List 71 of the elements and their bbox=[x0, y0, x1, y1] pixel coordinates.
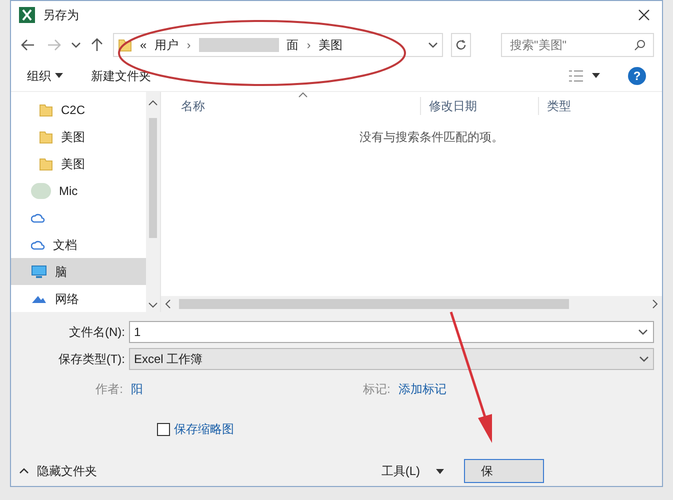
breadcrumb-item[interactable]: 用户 bbox=[154, 36, 179, 54]
refresh-button[interactable] bbox=[451, 33, 471, 58]
search-icon bbox=[634, 39, 646, 52]
filename-label: 文件名(N): bbox=[68, 324, 126, 341]
thumbnail-checkbox[interactable] bbox=[157, 422, 170, 436]
view-options-button[interactable] bbox=[568, 70, 600, 82]
sidebar-label: 脑 bbox=[55, 264, 67, 280]
sidebar-item[interactable]: 脑 bbox=[11, 258, 146, 285]
empty-message: 没有与搜索条件匹配的项。 bbox=[358, 129, 504, 146]
sidebar-item[interactable]: 美图 bbox=[11, 123, 146, 150]
cloud-icon bbox=[31, 212, 45, 224]
folder-icon bbox=[39, 156, 53, 170]
author-label: 作者: bbox=[94, 381, 124, 398]
history-chevron-icon bbox=[71, 42, 81, 48]
dropdown-chevron-icon bbox=[638, 329, 648, 335]
refresh-icon bbox=[455, 39, 467, 52]
author-link[interactable]: 阳 bbox=[131, 380, 363, 398]
breadcrumb-item[interactable]: 面 bbox=[286, 36, 299, 54]
thumbnail-label[interactable]: 保存缩略图 bbox=[174, 420, 234, 438]
help-button[interactable]: ? bbox=[628, 66, 646, 85]
sidebar-item[interactable]: 网络 bbox=[11, 285, 146, 312]
search-field[interactable]: 搜索"美图" bbox=[501, 33, 654, 58]
sidebar-label: 美图 bbox=[61, 156, 85, 172]
dropdown-arrow-icon bbox=[436, 468, 444, 474]
tags-label: 标记: bbox=[363, 381, 392, 398]
breadcrumb-item[interactable]: 美图 bbox=[318, 36, 343, 54]
sidebar-item[interactable]: C2C bbox=[11, 96, 146, 123]
address-bar[interactable]: « 用户 › 面 › 美图 bbox=[113, 33, 443, 58]
back-button[interactable] bbox=[19, 39, 37, 52]
tags-link[interactable]: 添加标记 bbox=[398, 380, 446, 398]
sidebar-label: Mic bbox=[59, 182, 78, 200]
hide-folders-button[interactable]: 隐藏文件夹 bbox=[19, 462, 97, 480]
breadcrumb-separator: › bbox=[306, 37, 311, 54]
vertical-scrollbar[interactable] bbox=[146, 92, 160, 312]
sidebar-item[interactable]: 美图 bbox=[11, 150, 146, 177]
sidebar-label: 网络 bbox=[55, 290, 79, 308]
folder-icon bbox=[39, 102, 53, 116]
filename-field[interactable]: 1 bbox=[129, 321, 654, 343]
cloud-icon bbox=[31, 238, 45, 250]
file-type-dropdown[interactable]: Excel 工作簿 bbox=[129, 348, 654, 370]
scroll-left-icon bbox=[165, 299, 171, 309]
column-header[interactable]: 名称 bbox=[161, 97, 421, 115]
dropdown-chevron-icon bbox=[428, 42, 438, 48]
up-button[interactable] bbox=[89, 38, 105, 52]
folder-icon bbox=[39, 130, 53, 144]
sidebar-label: C2C bbox=[61, 102, 86, 118]
network-icon bbox=[31, 294, 47, 304]
breadcrumb-separator: › bbox=[186, 37, 191, 54]
dropdown-arrow-icon bbox=[592, 73, 600, 78]
sidebar-label: 文档 bbox=[53, 236, 77, 254]
organize-button[interactable]: 组织 bbox=[27, 66, 63, 85]
file-type-label: 保存类型(T): bbox=[57, 351, 126, 368]
dropdown-chevron-icon bbox=[639, 356, 649, 362]
column-header[interactable]: 修改日期 bbox=[421, 97, 539, 115]
monitor-icon bbox=[31, 264, 47, 278]
sidebar-item[interactable]: Mic bbox=[11, 177, 146, 204]
tools-button[interactable]: 工具(L) bbox=[381, 462, 444, 480]
window-title: 另存为 bbox=[43, 7, 79, 24]
column-header[interactable]: 类型 bbox=[539, 97, 571, 115]
sidebar-label: 美图 bbox=[61, 128, 85, 146]
dropdown-arrow-icon bbox=[55, 73, 63, 78]
horizontal-scrollbar[interactable] bbox=[161, 296, 662, 312]
scroll-right-icon bbox=[652, 299, 658, 309]
list-view-icon bbox=[568, 70, 584, 82]
close-icon bbox=[638, 9, 650, 22]
blurred-icon bbox=[31, 182, 51, 198]
sort-caret-icon bbox=[298, 92, 308, 98]
collapse-caret-icon bbox=[19, 468, 29, 474]
spreadsheet-app-icon bbox=[19, 7, 35, 24]
save-button[interactable]: 保 bbox=[464, 459, 544, 483]
sidebar-item[interactable]: 文档 bbox=[11, 231, 146, 258]
